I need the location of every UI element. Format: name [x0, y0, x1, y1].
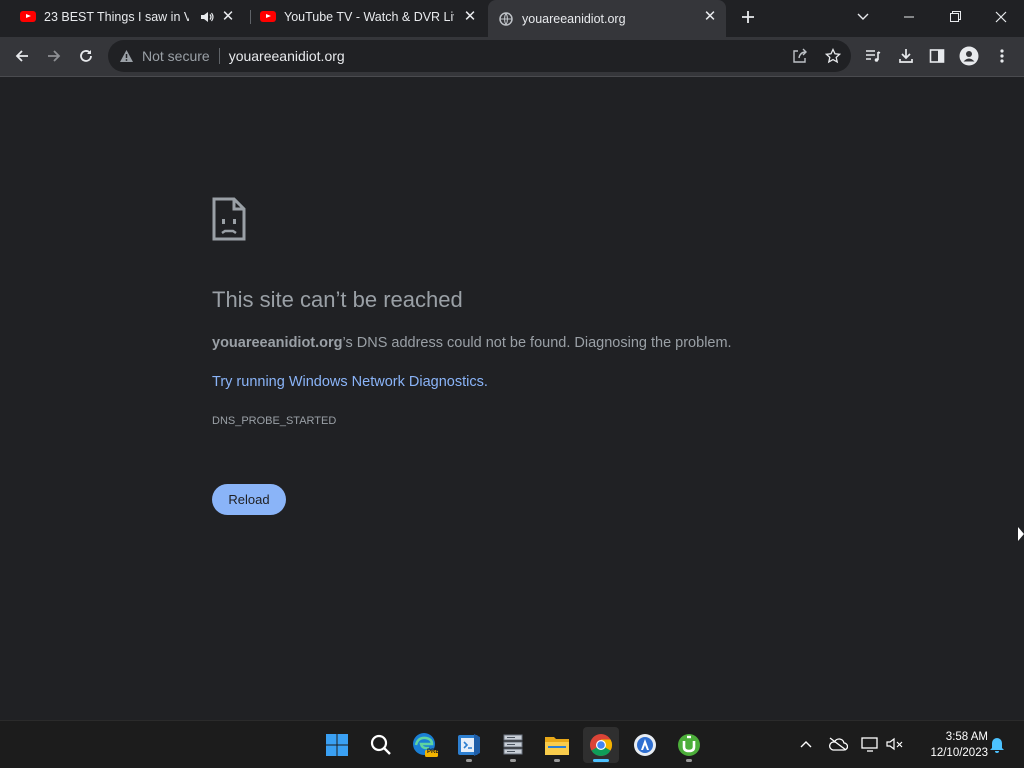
taskbar-clock[interactable]: 3:58 AM 12/10/2023: [912, 729, 988, 761]
utorrent-icon[interactable]: [671, 727, 707, 763]
tab-title: youareeanidiot.org: [522, 11, 626, 26]
error-description: youareeanidiot.org’s DNS address could n…: [212, 335, 732, 351]
running-indicator: [510, 759, 516, 762]
forward-button[interactable]: [39, 41, 69, 71]
running-indicator: [686, 759, 692, 762]
clock-time: 3:58 AM: [945, 731, 988, 743]
tab-search-button[interactable]: [840, 0, 886, 33]
youtube-icon: [20, 9, 36, 25]
new-tab-button[interactable]: [725, 0, 771, 33]
reload-icon[interactable]: [71, 41, 101, 71]
running-indicator: [593, 759, 609, 762]
mouse-cursor-icon: [1018, 526, 1024, 542]
minimize-button[interactable]: [886, 0, 932, 33]
back-button[interactable]: [7, 41, 37, 71]
tab-separator: [250, 10, 251, 24]
tab-title: 23 BEST Things I saw in Veg: [44, 9, 189, 24]
chrome-icon[interactable]: [583, 727, 619, 763]
file-explorer-icon[interactable]: [539, 727, 575, 763]
pre-badge: PRE: [427, 749, 440, 755]
tab-active-site[interactable]: youareeanidiot.org ✕: [488, 0, 726, 37]
tab-close-icon[interactable]: ✕: [220, 9, 236, 25]
edge-beta-icon[interactable]: PRE: [407, 727, 443, 763]
error-heading: This site can’t be reached: [212, 287, 463, 312]
omnibox-divider: [218, 48, 220, 64]
onedrive-offline-icon[interactable]: [827, 733, 849, 755]
tab-close-icon[interactable]: ✕: [462, 9, 478, 25]
tab-strip: 23 BEST Things I saw in Veg ✕ YouTube TV…: [0, 0, 1024, 37]
url-text[interactable]: youareeanidiot.org: [229, 48, 345, 64]
tab-title: YouTube TV - Watch & DVR Live: [284, 9, 454, 24]
search-icon[interactable]: [363, 727, 399, 763]
bookmark-star-icon[interactable]: [825, 48, 841, 64]
volume-muted-icon[interactable]: [884, 733, 906, 755]
toolbar: Not secure youareeanidiot.org: [0, 37, 1024, 76]
error-host: youareeanidiot.org: [212, 335, 343, 351]
sad-page-icon: [212, 197, 246, 246]
server-icon[interactable]: [495, 727, 531, 763]
warning-icon[interactable]: [118, 48, 134, 64]
tab-vegas-video[interactable]: 23 BEST Things I saw in Veg ✕: [12, 0, 244, 33]
close-window-button[interactable]: [978, 0, 1024, 33]
profile-icon[interactable]: [954, 41, 984, 71]
tab-close-icon[interactable]: ✕: [702, 9, 718, 25]
store-icon[interactable]: [627, 727, 663, 763]
page-content: This site can’t be reached youareeanidio…: [0, 77, 1024, 720]
youtube-icon: [260, 9, 276, 25]
security-status[interactable]: Not secure: [142, 48, 210, 64]
more-menu-icon[interactable]: [987, 41, 1017, 71]
globe-icon: [498, 11, 514, 27]
visual-studio-icon[interactable]: [451, 727, 487, 763]
browser-window: 23 BEST Things I saw in Veg ✕ YouTube TV…: [0, 0, 1024, 768]
reload-button[interactable]: Reload: [212, 484, 286, 515]
network-icon[interactable]: [859, 733, 881, 755]
tab-youtube-tv[interactable]: YouTube TV - Watch & DVR Live ✕: [252, 0, 486, 33]
share-icon[interactable]: [792, 48, 808, 64]
show-hidden-icons-chevron-icon[interactable]: [795, 733, 817, 755]
address-bar[interactable]: Not secure youareeanidiot.org: [108, 40, 851, 72]
restore-button[interactable]: [932, 0, 978, 33]
windows-start-icon[interactable]: [319, 727, 355, 763]
error-desc-text: ’s DNS address could not be found. Diagn…: [342, 335, 732, 351]
error-code: DNS_PROBE_STARTED: [212, 415, 337, 427]
clock-date: 12/10/2023: [930, 747, 988, 759]
notification-bell-icon[interactable]: [986, 733, 1008, 755]
media-control-icon[interactable]: [858, 41, 888, 71]
speaker-icon[interactable]: [200, 10, 214, 24]
side-panel-icon[interactable]: [922, 41, 952, 71]
download-icon[interactable]: [891, 41, 921, 71]
taskbar: PRE 3:58 AM 12/10/2023: [0, 720, 1024, 768]
running-indicator: [466, 759, 472, 762]
running-indicator: [554, 759, 560, 762]
network-diagnostics-link[interactable]: Try running Windows Network Diagnostics.: [212, 374, 488, 390]
